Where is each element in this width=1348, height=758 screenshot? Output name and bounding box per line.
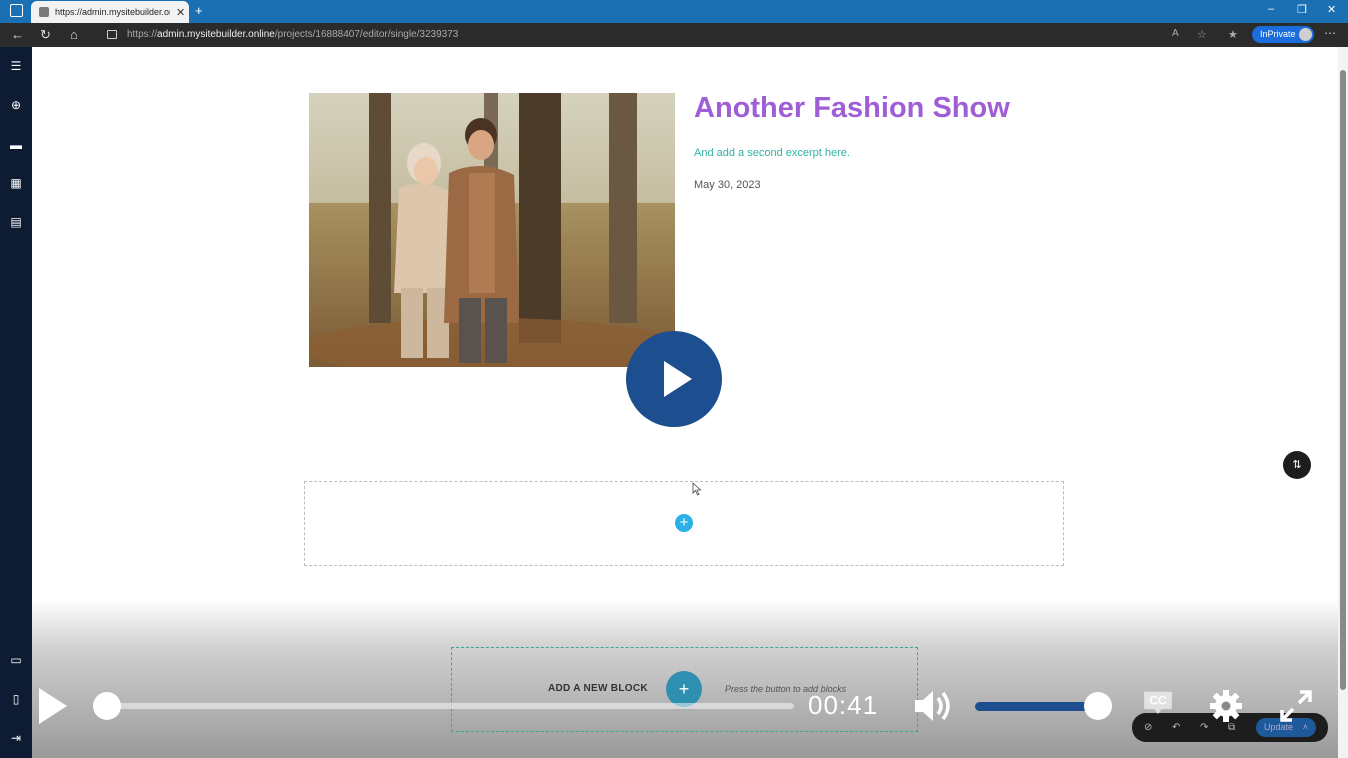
favorites-icon[interactable]: ★ [1228,28,1238,41]
video-seek-knob[interactable] [93,692,121,720]
volume-icon[interactable] [913,688,953,724]
desktop-icon[interactable]: ▭ [9,653,23,667]
settings-gear-icon[interactable] [1208,688,1244,724]
reorder-icon: ⇅ [1292,459,1302,471]
lock-icon[interactable] [107,30,117,39]
video-play-overlay-button[interactable] [626,331,722,427]
captions-label: CC [1149,694,1167,708]
post-featured-image[interactable] [309,93,675,367]
url-domain: admin.mysitebuilder.online [157,29,275,40]
exit-icon[interactable]: ⇥ [9,731,23,745]
captions-icon[interactable]: CC [1140,690,1176,716]
scrollbar-thumb[interactable] [1340,70,1346,690]
restore-button[interactable]: ❐ [1297,3,1307,16]
pages-icon[interactable]: ▬ [9,138,23,152]
tab-title: https://admin.mysitebuilder.onli [55,7,170,17]
add-icon[interactable]: ⊕ [9,98,23,112]
reorder-blocks-button[interactable]: ⇅ [1283,451,1311,479]
add-block-button[interactable]: + [666,671,702,707]
more-icon[interactable]: ⋯ [1324,26,1336,40]
volume-slider[interactable] [975,702,1099,711]
tab-close-icon[interactable]: ✕ [176,6,185,19]
editor-sidebar [0,47,32,758]
mouse-cursor-icon [692,482,702,496]
post-title[interactable]: Another Fashion Show [694,92,1010,125]
post-excerpt[interactable]: And add a second excerpt here. [694,147,850,159]
add-block-inline-button[interactable]: + [675,514,693,532]
refresh-icon[interactable]: ↻ [40,27,51,43]
menu-icon[interactable]: ☰ [9,59,23,73]
url-field[interactable]: https://admin.mysitebuilder.online/proje… [127,29,458,40]
new-tab-button[interactable]: + [195,3,203,18]
read-aloud-icon[interactable]: A [1172,28,1179,39]
video-seek-bar[interactable] [104,703,794,709]
profile-avatar [1299,28,1312,41]
favicon-icon [39,7,49,17]
mobile-icon[interactable]: ▯ [9,692,23,706]
close-window-button[interactable]: ✕ [1327,3,1336,16]
undo-icon[interactable]: ↶ [1172,722,1180,733]
couple-photo [309,93,675,367]
add-favorite-icon[interactable]: ☆ [1197,28,1207,41]
video-play-button[interactable] [34,686,74,726]
inprivate-badge[interactable]: InPrivate [1252,26,1314,43]
comments-icon[interactable]: ▤ [9,215,23,229]
home-icon[interactable]: ⌂ [70,27,78,42]
workspaces-icon[interactable] [10,4,23,17]
post-date: May 30, 2023 [694,179,761,191]
browser-tab[interactable]: https://admin.mysitebuilder.onli ✕ [31,1,189,23]
hide-icon[interactable]: ⊘ [1144,722,1152,733]
back-icon[interactable]: ← [11,27,24,42]
url-path: /projects/16888407/editor/single/3239373 [274,29,459,40]
url-prefix: https:// [127,29,158,40]
fullscreen-icon[interactable] [1278,688,1314,724]
video-time: 00:41 [808,690,879,720]
inprivate-label: InPrivate [1260,29,1296,39]
volume-knob[interactable] [1084,692,1112,720]
add-block-label: ADD A NEW BLOCK [548,683,648,694]
minimize-button[interactable]: – [1268,3,1274,15]
design-icon[interactable]: ▦ [9,176,23,190]
play-icon [664,361,692,397]
